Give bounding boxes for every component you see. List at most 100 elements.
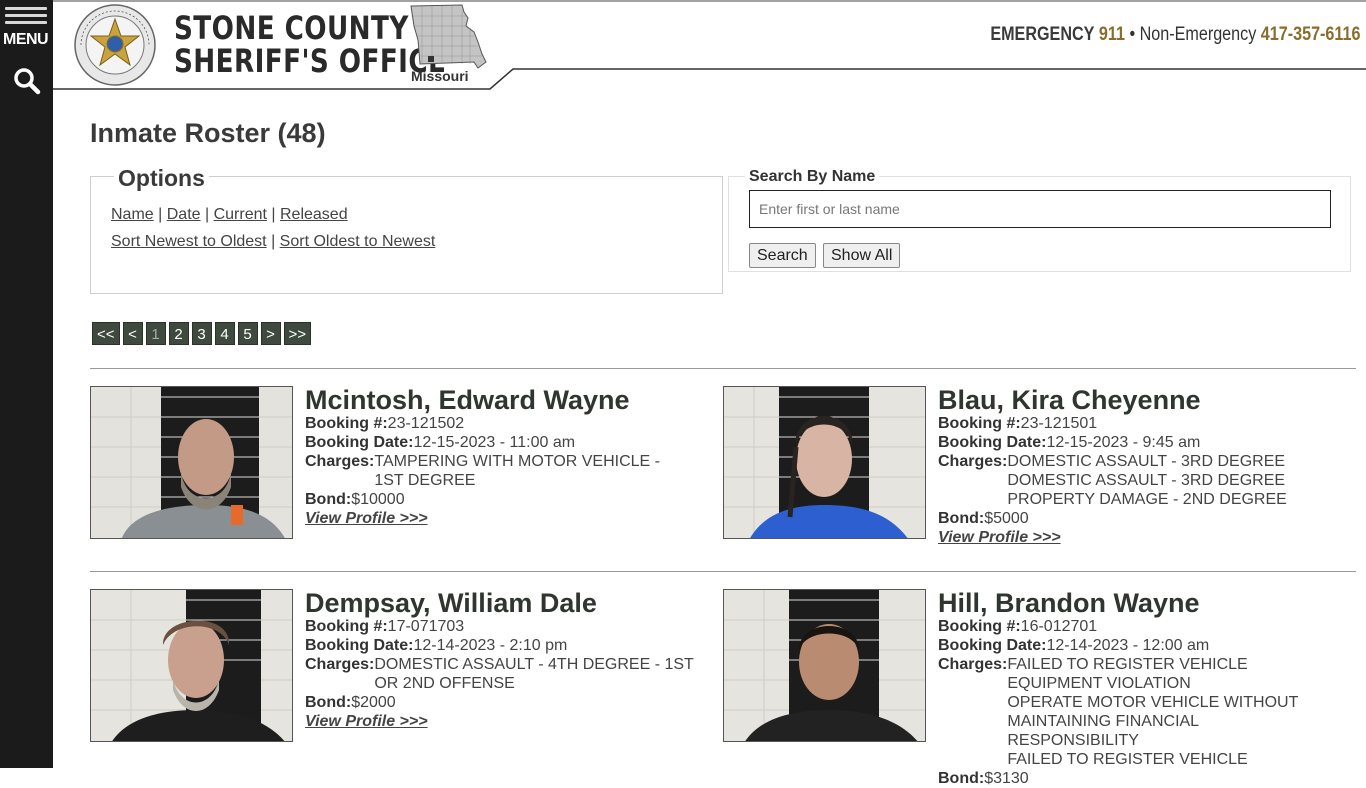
menu-bar xyxy=(5,14,47,17)
filter-released-link[interactable]: Released xyxy=(280,206,348,223)
emergency-number[interactable]: 911 xyxy=(1098,24,1124,45)
divider xyxy=(90,571,1356,572)
menu-bar xyxy=(5,7,47,10)
show-all-button[interactable]: Show All xyxy=(823,243,901,268)
page-5-button[interactable]: 5 xyxy=(237,322,258,345)
booking-number: 23-121502 xyxy=(387,415,465,432)
booking-date: 12-15-2023 - 9:45 am xyxy=(1046,434,1201,451)
inmate-info: Dempsay, William Dale Booking #: 17-07170… xyxy=(305,589,705,731)
sort-links: Name | Date | Current | Released xyxy=(111,206,348,223)
options-legend: Options xyxy=(114,165,209,192)
booking-number: 16-012701 xyxy=(1020,618,1098,635)
inmate-name[interactable]: Mcintosh, Edward Wayne xyxy=(305,386,705,414)
booking-number: 17-071703 xyxy=(387,618,465,635)
mugshot-image xyxy=(91,590,292,741)
sort-newest-link[interactable]: Sort Newest to Oldest xyxy=(111,233,267,250)
booking-date-label: Booking Date: xyxy=(305,434,414,451)
page-title: Inmate Roster (48) xyxy=(90,118,326,148)
inmate-card: Blau, Kira Cheyenne Booking #: 23-121501 … xyxy=(723,386,1343,571)
charge-item: FAILED TO REGISTER VEHICLE xyxy=(1007,656,1248,673)
mugshot-image xyxy=(724,387,925,538)
booking-date-label: Booking Date: xyxy=(938,637,1047,654)
inmate-card: Hill, Brandon Wayne Booking #: 16-012701 … xyxy=(723,589,1343,787)
booking-number-label: Booking #: xyxy=(938,618,1021,635)
booking-date-label: Booking Date: xyxy=(305,637,414,654)
inmate-name[interactable]: Hill, Brandon Wayne xyxy=(938,589,1338,617)
search-button[interactable]: Search xyxy=(749,243,816,268)
mugshot-photo[interactable] xyxy=(723,589,926,742)
sort-oldest-link[interactable]: Sort Oldest to Newest xyxy=(280,233,436,250)
booking-number-label: Booking #: xyxy=(938,415,1021,432)
emergency-label: EMERGENCY xyxy=(989,24,1094,45)
bond-label: Bond: xyxy=(305,694,352,711)
page-4-button[interactable]: 4 xyxy=(214,322,235,345)
charge-item: DOMESTIC ASSAULT - 3RD DEGREE xyxy=(1007,453,1286,470)
mugshot-image xyxy=(724,590,925,741)
sort-date-link[interactable]: Date xyxy=(167,206,201,223)
booking-date-label: Booking Date: xyxy=(938,434,1047,451)
charges-label: Charges: xyxy=(305,656,375,673)
sort-name-link[interactable]: Name xyxy=(111,206,154,223)
inmate-info: Blau, Kira Cheyenne Booking #: 23-121501 … xyxy=(938,386,1338,547)
inmate-info: Mcintosh, Edward Wayne Booking #: 23-1215… xyxy=(305,386,705,528)
bond-label: Bond: xyxy=(938,770,985,787)
view-profile-link[interactable]: View Profile >>> xyxy=(305,510,428,527)
office-title-line1: STONE COUNTY xyxy=(174,9,409,47)
bond-amount: $5000 xyxy=(984,510,1029,527)
next-page-button[interactable]: > xyxy=(260,322,281,345)
booking-number-label: Booking #: xyxy=(305,618,388,635)
pagination: << < 1 2 3 4 5 > >> xyxy=(92,322,312,345)
page-3-button[interactable]: 3 xyxy=(191,322,212,345)
sheriff-seal-logo[interactable] xyxy=(73,3,157,87)
bond-label: Bond: xyxy=(305,491,352,508)
side-nav: MENU xyxy=(0,0,53,768)
view-profile-link[interactable]: View Profile >>> xyxy=(305,713,428,730)
first-page-button[interactable]: << xyxy=(92,322,120,345)
booking-number-label: Booking #: xyxy=(305,415,388,432)
mugshot-photo[interactable] xyxy=(90,386,293,539)
bond-label: Bond: xyxy=(938,510,985,527)
menu-bar xyxy=(5,21,47,24)
inmate-card: Dempsay, William Dale Booking #: 17-07170… xyxy=(90,589,710,774)
non-emergency-label: Non-Emergency xyxy=(1139,24,1256,45)
booking-date: 12-14-2023 - 12:00 am xyxy=(1046,637,1210,654)
charge-item: PROPERTY DAMAGE - 2ND DEGREE xyxy=(1007,491,1287,508)
inmate-name[interactable]: Blau, Kira Cheyenne xyxy=(938,386,1338,414)
page-2-button[interactable]: 2 xyxy=(168,322,189,345)
state-label: Missouri xyxy=(411,68,469,84)
last-page-button[interactable]: >> xyxy=(283,322,312,345)
inmate-card: Mcintosh, Edward Wayne Booking #: 23-1215… xyxy=(90,386,710,571)
inmate-name[interactable]: Dempsay, William Dale xyxy=(305,589,705,617)
page-1-button[interactable]: 1 xyxy=(145,322,166,345)
order-links: Sort Newest to Oldest | Sort Oldest to N… xyxy=(111,233,436,250)
prev-page-button[interactable]: < xyxy=(122,322,143,345)
mugshot-photo[interactable] xyxy=(723,386,926,539)
mugshot-photo[interactable] xyxy=(90,589,293,742)
charge-item: DOMESTIC ASSAULT - 3RD DEGREE xyxy=(1007,472,1286,489)
charge-item: OPERATE MOTOR VEHICLE WITHOUT MAINTAININ… xyxy=(1007,694,1299,749)
bond-amount: $3130 xyxy=(984,770,1029,787)
options-panel: Options Name | Date | Current | Released… xyxy=(90,165,723,294)
booking-number: 23-121501 xyxy=(1020,415,1098,432)
search-icon[interactable] xyxy=(13,67,41,95)
charges-label: Charges: xyxy=(305,453,375,470)
divider xyxy=(90,368,1356,369)
non-emergency-number[interactable]: 417-357-6116 xyxy=(1260,24,1360,45)
charges-label: Charges: xyxy=(938,656,1008,673)
bond-amount: $10000 xyxy=(351,491,405,508)
charges-label: Charges: xyxy=(938,453,1008,470)
charge-item: EQUIPMENT VIOLATION xyxy=(1007,675,1191,692)
filter-current-link[interactable]: Current xyxy=(214,206,267,223)
search-legend: Search By Name xyxy=(745,168,880,186)
bond-amount: $2000 xyxy=(351,694,396,711)
office-title[interactable]: STONE COUNTY SHERIFF'S OFFICE xyxy=(174,12,446,78)
view-profile-link[interactable]: View Profile >>> xyxy=(938,529,1061,546)
mugshot-image xyxy=(91,387,292,538)
name-search-input[interactable] xyxy=(749,190,1331,228)
menu-label[interactable]: MENU xyxy=(3,31,49,49)
search-panel: Search By Name Search Show All xyxy=(728,168,1351,272)
charge-item: FAILED TO REGISTER VEHICLE xyxy=(1007,751,1248,768)
office-title-line2: SHERIFF'S OFFICE xyxy=(174,42,447,80)
site-header: STONE COUNTY SHERIFF'S OFFICE Missouri E… xyxy=(53,0,1366,92)
booking-date: 12-14-2023 - 2:10 pm xyxy=(413,637,568,654)
